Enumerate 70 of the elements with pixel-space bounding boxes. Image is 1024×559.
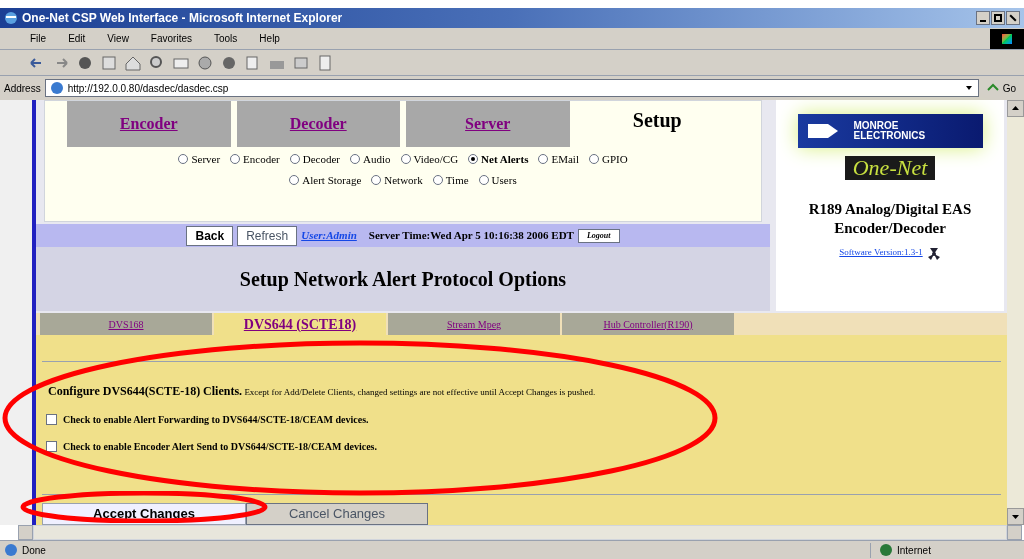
menu-item[interactable]: Favorites [150, 31, 192, 46]
radio-button[interactable] [468, 154, 479, 165]
product-logo: One-Net [844, 156, 936, 180]
tab[interactable]: DVS644 (SCTE18) [214, 313, 386, 335]
logout-button[interactable]: Logout [577, 228, 620, 243]
address-value: http://192.0.0.80/dasdec/dasdec.csp [67, 81, 229, 96]
radio-label: Network [384, 172, 423, 188]
radio-button[interactable] [538, 154, 549, 165]
windows-logo-icon [990, 28, 1024, 49]
close-icon[interactable] [1006, 11, 1020, 25]
zone-text: Internet [897, 543, 931, 558]
menu-item[interactable]: Tools [214, 31, 238, 46]
radio-label: Time [445, 172, 469, 188]
version-link[interactable]: Software Version:1.3-1 [839, 246, 923, 260]
radio-label: Server [191, 152, 221, 167]
radio-button[interactable] [371, 174, 382, 185]
tab[interactable]: Stream Mpeg [388, 313, 560, 335]
tab[interactable]: Decoder [236, 101, 400, 147]
checkbox-label: Check to enable Alert Forwarding to DVS644/SCTE-18/CEAM devices. [63, 413, 369, 427]
radio-label: Users [491, 172, 517, 188]
go-button[interactable]: Go [982, 80, 1020, 96]
tab[interactable]: Encoder [67, 101, 231, 147]
logo-text: MONROE ELECTRONICS [853, 121, 927, 141]
radio-button[interactable] [432, 174, 443, 185]
menu-item[interactable]: View [107, 31, 129, 46]
radio-button[interactable] [289, 174, 300, 185]
radio-label: EMail [551, 152, 579, 167]
refresh-button[interactable]: Refresh [237, 225, 298, 246]
menu-item[interactable]: Edit [68, 31, 86, 46]
radio-label: Alert Storage [302, 172, 362, 188]
tab[interactable]: Server [406, 101, 570, 147]
user-link[interactable]: User:Admin [301, 227, 357, 244]
window-title: One-Net CSP Web Interface - Microsoft Internet Explorer [22, 10, 343, 27]
radio-label: Encoder [243, 152, 280, 167]
minimize-icon[interactable] [976, 11, 990, 25]
maximize-icon[interactable] [991, 11, 1005, 25]
radio-button[interactable] [350, 154, 361, 165]
radio-label: GPIO [601, 152, 628, 167]
scroll-up-icon[interactable] [1007, 100, 1024, 117]
back-button[interactable]: Back [186, 225, 234, 246]
vertical-scrollbar[interactable] [1007, 100, 1024, 525]
browser-icon [4, 11, 18, 25]
tab[interactable]: Hub Controller(R190) [562, 313, 734, 335]
product-title: R189 Analog/Digital EAS Encoder/Decoder [807, 200, 973, 238]
horizontal-scrollbar[interactable] [18, 525, 1022, 540]
menu-item[interactable]: Help [259, 31, 280, 46]
radio-button[interactable] [588, 154, 599, 165]
menu-item[interactable]: File [30, 31, 47, 46]
address-label: Address [4, 81, 41, 96]
radio-button[interactable] [478, 174, 489, 185]
status-text: Done [22, 543, 46, 558]
server-time: Server Time:Wed Apr 5 10:16:38 2006 EDT [368, 228, 574, 244]
scroll-down-icon[interactable] [1007, 508, 1024, 525]
action-button[interactable]: Cancel Changes [246, 503, 428, 525]
tab[interactable]: DVS168 [40, 313, 212, 335]
radio-button[interactable] [289, 154, 300, 165]
radio-button[interactable] [178, 154, 189, 165]
page-heading: Setup Network Alert Protocol Options [239, 267, 567, 293]
address-field[interactable]: http://192.0.0.80/dasdec/dasdec.csp [44, 79, 979, 97]
radio-button[interactable] [400, 154, 411, 165]
radiation-icon [926, 246, 941, 260]
radio-label: Video/CG [413, 152, 459, 167]
radio-label: Net Alerts [481, 152, 529, 167]
checkbox[interactable] [46, 441, 57, 452]
checkbox[interactable] [46, 414, 57, 425]
checkbox-label: Check to enable Encoder Alert Send to DVS644/SCTE-18/CEAM devices. [63, 440, 377, 454]
radio-label: Audio [363, 152, 391, 167]
config-note: Configure DVS644(SCTE-18) Clients. Except for Add/Delete Clients, changed settings are not effective until Accept Changes is pushed. [47, 383, 597, 400]
radio-button[interactable] [230, 154, 241, 165]
radio-label: Decoder [302, 152, 341, 167]
